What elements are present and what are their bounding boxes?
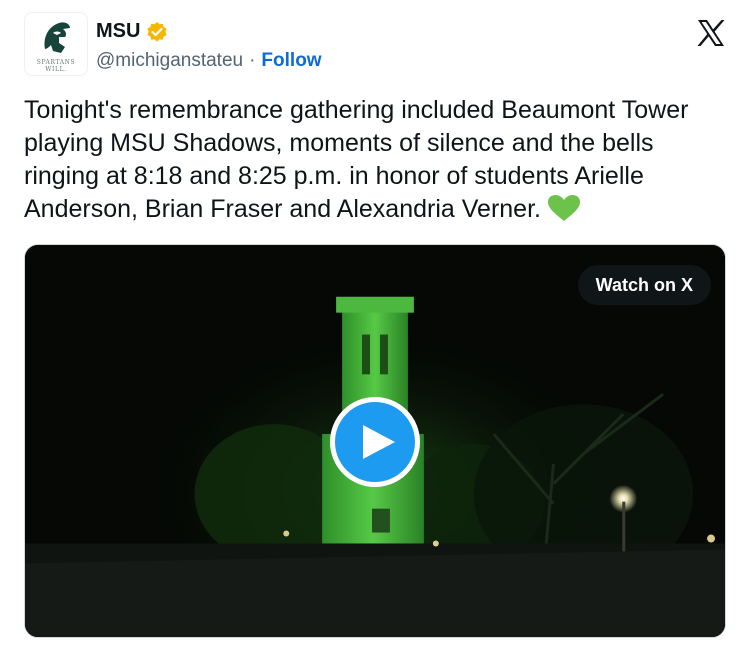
spartan-helmet-icon	[44, 22, 70, 53]
follow-button[interactable]: Follow	[261, 50, 321, 72]
embedded-post: SPARTANS WILL. MSU @michiganstateu · Fol…	[0, 0, 750, 660]
author-name[interactable]: MSU	[96, 20, 140, 43]
video-player[interactable]: Watch on X	[24, 244, 726, 638]
verified-badge-icon	[147, 21, 168, 42]
avatar-tagline: SPARTANS WILL.	[36, 59, 76, 73]
author-handle-row: @michiganstateu · Follow	[96, 50, 322, 72]
author-handle[interactable]: @michiganstateu	[96, 50, 243, 72]
play-button[interactable]	[330, 397, 420, 487]
x-logo-icon[interactable]	[696, 18, 726, 48]
watch-on-x-button[interactable]: Watch on X	[577, 265, 711, 305]
green-heart-icon	[547, 195, 580, 221]
author-name-row: MSU	[96, 20, 168, 43]
separator-dot: ·	[249, 50, 256, 71]
avatar[interactable]: SPARTANS WILL.	[24, 12, 88, 76]
post-text: Tonight's remembrance gathering included…	[24, 96, 689, 223]
play-icon	[363, 425, 395, 459]
post-text-block: Tonight's remembrance gathering included…	[24, 94, 724, 226]
